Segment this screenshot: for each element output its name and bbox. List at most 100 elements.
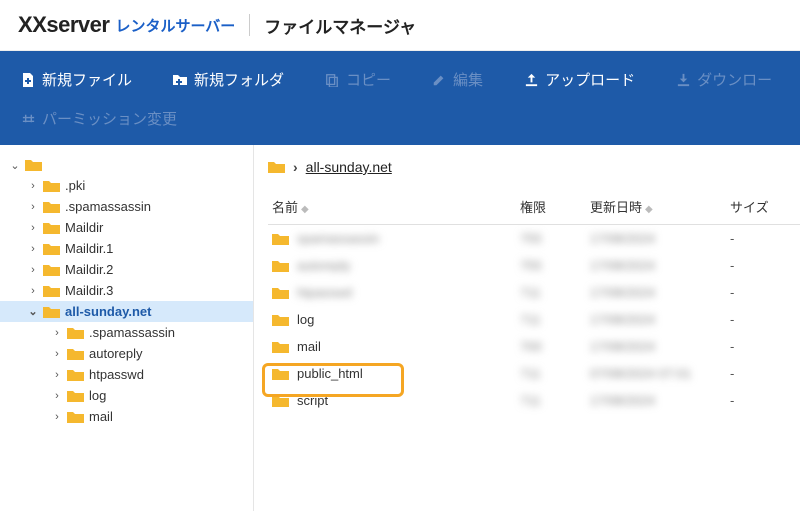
- brand-logo-text: Xserver: [32, 12, 109, 37]
- tree-item-label: mail: [89, 409, 113, 424]
- file-size: -: [730, 258, 800, 273]
- folder-icon: [272, 286, 289, 300]
- tree-item-label: .spamassassin: [65, 199, 151, 214]
- download-button: ダウンロー: [675, 69, 772, 90]
- file-modified: 17/08/2024: [590, 231, 730, 246]
- file-name: spamassassin: [297, 231, 379, 246]
- chevron-right-icon: ›: [28, 201, 38, 213]
- permission-button: パーミッション変更: [20, 108, 177, 129]
- folder-icon: [43, 221, 60, 235]
- file-modified: 07/08/2024 07:01: [590, 366, 730, 381]
- edit-label: 編集: [453, 69, 483, 90]
- file-name: mail: [297, 339, 321, 354]
- table-row[interactable]: htpasswd71117/08/2024-: [268, 279, 800, 306]
- tree-item-label: Maildir: [65, 220, 103, 235]
- file-size: -: [730, 285, 800, 300]
- file-size: -: [730, 366, 800, 381]
- folder-icon: [43, 284, 60, 298]
- breadcrumb-current[interactable]: all-sunday.net: [306, 159, 392, 175]
- tree-item-label: Maildir.1: [65, 241, 113, 256]
- file-perm: 711: [520, 393, 590, 408]
- file-perm: 700: [520, 339, 590, 354]
- folder-icon: [67, 326, 84, 340]
- chevron-right-icon: ›: [52, 327, 62, 339]
- file-size: -: [730, 312, 800, 327]
- table-row[interactable]: spamassassin75517/08/2024-: [268, 225, 800, 252]
- table-row[interactable]: log71117/08/2024-: [268, 306, 800, 333]
- tree-item-label: all-sunday.net: [65, 304, 151, 319]
- tree-item-label: htpasswd: [89, 367, 144, 382]
- tree-item-mail[interactable]: ›mail: [0, 406, 253, 427]
- table-row[interactable]: public_html71107/08/2024 07:01-: [268, 360, 800, 387]
- chevron-right-icon: ›: [28, 243, 38, 255]
- table-row[interactable]: mail70017/08/2024-: [268, 333, 800, 360]
- tree-item-maildir[interactable]: ›Maildir: [0, 217, 253, 238]
- folder-icon: [43, 263, 60, 277]
- tree-item-log[interactable]: ›log: [0, 385, 253, 406]
- tree-item-htpasswd[interactable]: › htpasswd: [0, 364, 253, 385]
- chevron-down-icon: ⌄: [10, 159, 20, 172]
- sort-icon: ◆: [301, 204, 309, 215]
- tree-item-maildir-2[interactable]: ›Maildir.2: [0, 259, 253, 280]
- folder-icon: [43, 242, 60, 256]
- file-size: -: [730, 339, 800, 354]
- chevron-right-icon: ›: [293, 159, 298, 175]
- folder-icon: [43, 305, 60, 319]
- tree-item-maildir-3[interactable]: ›Maildir.3: [0, 280, 253, 301]
- tree-item-maildir-1[interactable]: › Maildir.1: [0, 238, 253, 259]
- col-mod-header[interactable]: 更新日時◆: [590, 197, 730, 216]
- upload-button[interactable]: アップロード: [523, 69, 635, 90]
- file-perm: 755: [520, 258, 590, 273]
- table-row[interactable]: autoreply75517/08/2024-: [268, 252, 800, 279]
- sort-icon: ◆: [645, 204, 653, 215]
- folder-icon: [272, 340, 289, 354]
- upload-label: アップロード: [545, 69, 635, 90]
- chevron-down-icon: ⌄: [28, 305, 38, 318]
- tree-item--spamassassin[interactable]: ›.spamassassin: [0, 322, 253, 343]
- new-folder-label: 新規フォルダ: [194, 69, 284, 90]
- brand-subtitle: レンタルサーバー: [115, 15, 235, 36]
- toolbar: 新規ファイル 新規フォルダ コピー 編集 アップロード ダウンロー パーミッショ…: [0, 51, 800, 145]
- file-modified: 17/08/2024: [590, 285, 730, 300]
- folder-icon: [272, 313, 289, 327]
- download-icon: [675, 72, 691, 88]
- file-modified: 17/08/2024: [590, 393, 730, 408]
- col-size-header[interactable]: サイズ: [730, 197, 800, 216]
- brand-logo: XXserver: [18, 12, 109, 38]
- file-perm: 755: [520, 231, 590, 246]
- tree-item--spamassassin[interactable]: › .spamassassin: [0, 196, 253, 217]
- table-header: 名前◆ 権限 更新日時◆ サイズ: [268, 189, 800, 225]
- main-area: ⌄ ›.pki›.spamassassin›Maildir›Maildir.1›…: [0, 145, 800, 511]
- folder-icon: [67, 389, 84, 403]
- folder-plus-icon: [172, 72, 188, 88]
- tree-item--pki[interactable]: › .pki: [0, 175, 253, 196]
- file-plus-icon: [20, 72, 36, 88]
- col-name-header[interactable]: 名前◆: [268, 197, 520, 216]
- folder-icon: [43, 179, 60, 193]
- chevron-right-icon: ›: [52, 369, 62, 381]
- pencil-icon: [431, 72, 447, 88]
- copy-button: コピー: [324, 69, 391, 90]
- tree-item-autoreply[interactable]: ›autoreply: [0, 343, 253, 364]
- upload-icon: [523, 72, 539, 88]
- app-header: XXserver レンタルサーバー ファイルマネージャ: [0, 0, 800, 51]
- tree-root[interactable]: ⌄: [0, 155, 253, 175]
- col-perm-header[interactable]: 権限: [520, 197, 590, 216]
- folder-icon: [272, 367, 289, 381]
- tree-item-label: autoreply: [89, 346, 142, 361]
- file-name: htpasswd: [297, 285, 352, 300]
- new-folder-button[interactable]: 新規フォルダ: [172, 69, 284, 90]
- permission-label: パーミッション変更: [42, 108, 177, 129]
- app-title: ファイルマネージャ: [264, 13, 416, 38]
- chevron-right-icon: ›: [28, 285, 38, 297]
- tree-item-label: .pki: [65, 178, 85, 193]
- tree-item-label: log: [89, 388, 106, 403]
- folder-icon: [272, 259, 289, 273]
- permission-icon: [20, 111, 36, 127]
- breadcrumb: › all-sunday.net: [268, 155, 800, 189]
- folder-icon: [67, 368, 84, 382]
- new-file-button[interactable]: 新規ファイル: [20, 69, 132, 90]
- copy-icon: [324, 72, 340, 88]
- tree-item-all-sunday-net[interactable]: ⌄ all-sunday.net: [0, 301, 253, 322]
- chevron-right-icon: ›: [28, 180, 38, 192]
